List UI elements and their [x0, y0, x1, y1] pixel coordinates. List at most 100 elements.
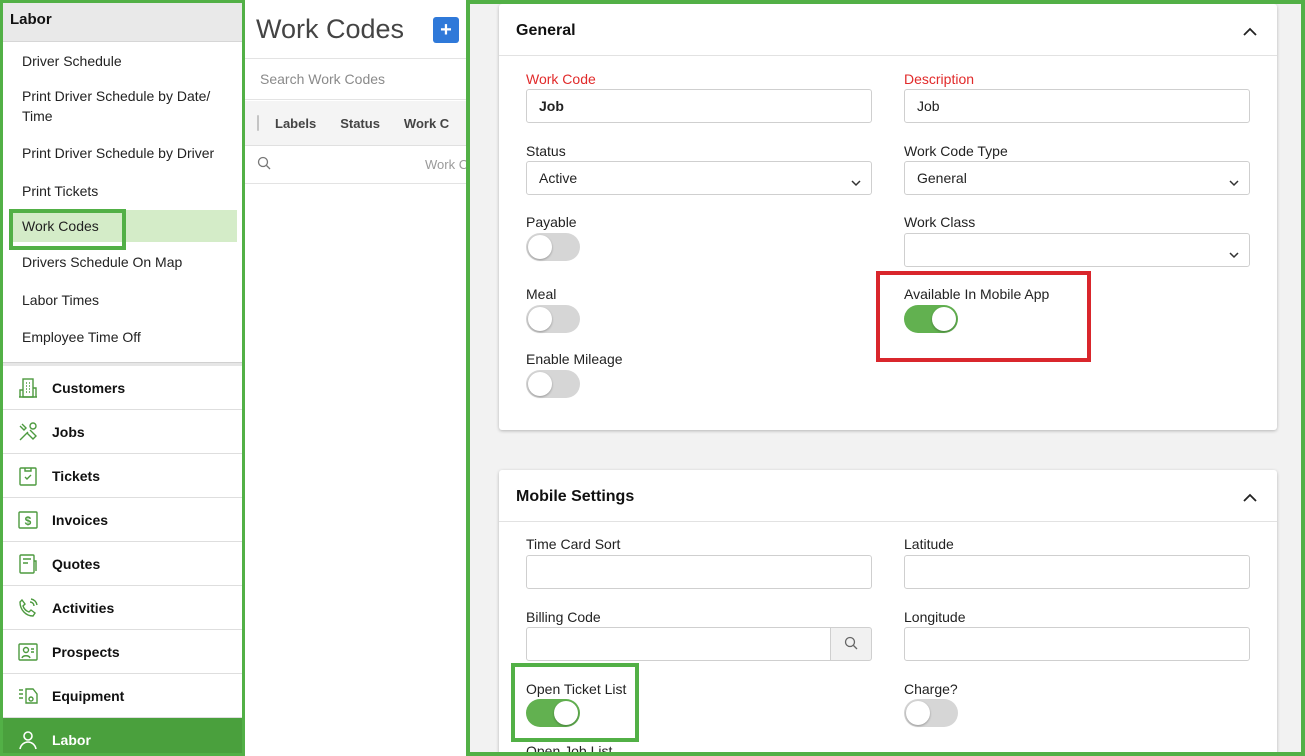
nav-item-label: Labor: [52, 732, 91, 748]
sidebar-item-labor-times[interactable]: Labor Times: [0, 282, 244, 318]
nav-item-label: Invoices: [52, 511, 109, 528]
add-work-code-button[interactable]: +: [433, 17, 459, 43]
work-code-type-select[interactable]: General: [904, 161, 1250, 195]
nav-item-labor[interactable]: Labor: [0, 718, 244, 756]
toggle-knob: [528, 307, 552, 331]
sidebar-item-label: Work Codes: [22, 218, 99, 234]
time-card-sort-field[interactable]: [526, 555, 872, 589]
nav-item-label: Tickets: [52, 467, 100, 484]
enable-mileage-toggle[interactable]: [526, 370, 580, 398]
nav-item-label: Customers: [52, 379, 126, 396]
longitude-field[interactable]: [904, 627, 1250, 661]
nav-item-jobs[interactable]: Jobs: [0, 410, 244, 454]
available-mobile-label: Available In Mobile App: [904, 286, 1050, 302]
nav-item-quotes[interactable]: Quotes: [0, 542, 244, 586]
status-label: Status: [526, 143, 566, 159]
open-ticket-list-label: Open Ticket List: [526, 681, 627, 697]
charge-label: Charge?: [904, 681, 958, 697]
sidebar-item-work-codes[interactable]: Work Codes: [12, 210, 237, 242]
description-label: Description: [904, 71, 975, 87]
chevron-down-icon: [851, 174, 861, 190]
labor-icon: [16, 728, 40, 752]
status-select-value: Active: [539, 170, 578, 186]
column-header-status[interactable]: Status: [340, 116, 380, 131]
sidebar-item-label: Driver Schedule: [22, 53, 122, 69]
table-header: Labels Status Work C: [245, 101, 466, 146]
equipment-icon: [16, 684, 40, 708]
general-card: General Work Code Job Description Job St…: [499, 4, 1277, 430]
jobs-icon: [16, 420, 40, 444]
meal-toggle[interactable]: [526, 305, 580, 333]
toggle-knob: [528, 372, 552, 396]
latitude-label: Latitude: [904, 536, 954, 552]
quotes-icon: [16, 552, 40, 576]
nav-item-label: Quotes: [52, 555, 101, 572]
work-class-label: Work Class: [904, 214, 976, 230]
sidebar-item-drivers-schedule-map[interactable]: Drivers Schedule On Map: [0, 242, 244, 282]
work-code-detail-panel: General Work Code Job Description Job St…: [467, 0, 1305, 756]
activities-icon: [16, 596, 40, 620]
nav-item-label: Prospects: [52, 643, 120, 660]
work-codes-list-panel: Work Codes + Search Work Codes Labels St…: [245, 0, 467, 756]
mobile-settings-card: Mobile Settings Time Card Sort Latitude …: [499, 470, 1277, 756]
sidebar-item-label: Print Driver Schedule by Driver: [22, 145, 215, 161]
chevron-down-icon: [1229, 174, 1239, 190]
sidebar-item-label: Print Tickets: [22, 183, 99, 199]
toggle-knob: [528, 235, 552, 259]
sidebar-item-label: Employee Time Off: [22, 329, 141, 345]
filter-row[interactable]: Work C: [245, 146, 466, 184]
sidebar-item-label: Print Driver Schedule by Date/ Time: [22, 88, 211, 124]
toggle-knob: [554, 701, 578, 725]
chevron-up-icon[interactable]: [1243, 490, 1257, 508]
general-card-title: General: [516, 22, 576, 39]
work-code-label: Work Code: [526, 71, 596, 87]
column-header-labels[interactable]: Labels: [275, 116, 316, 131]
nav-item-invoices[interactable]: $ Invoices: [0, 498, 244, 542]
work-class-select[interactable]: [904, 233, 1250, 267]
sidebar-item-employee-time-off[interactable]: Employee Time Off: [0, 318, 244, 356]
nav-item-label: Activities: [52, 599, 115, 616]
general-card-header[interactable]: General: [499, 4, 1277, 56]
nav-item-equipment[interactable]: Equipment: [0, 674, 244, 718]
nav-item-prospects[interactable]: Prospects: [0, 630, 244, 674]
sidebar: Labor Driver Schedule Print Driver Sched…: [0, 0, 245, 756]
chevron-up-icon[interactable]: [1243, 24, 1257, 42]
search-icon: [257, 156, 271, 173]
billing-code-field[interactable]: [526, 627, 831, 661]
open-ticket-list-toggle[interactable]: [526, 699, 580, 727]
meal-label: Meal: [526, 286, 557, 302]
latitude-field[interactable]: [904, 555, 1250, 589]
column-header-work-code[interactable]: Work C: [404, 116, 449, 131]
payable-toggle[interactable]: [526, 233, 580, 261]
sidebar-item-driver-schedule[interactable]: Driver Schedule: [0, 44, 244, 78]
work-code-type-select-value: General: [917, 170, 967, 186]
work-code-field[interactable]: Job: [526, 89, 872, 123]
nav-item-tickets[interactable]: Tickets: [0, 454, 244, 498]
charge-toggle[interactable]: [904, 699, 958, 727]
enable-mileage-label: Enable Mileage: [526, 351, 623, 367]
sidebar-item-print-driver-schedule-driver[interactable]: Print Driver Schedule by Driver: [0, 134, 244, 172]
mobile-settings-card-header[interactable]: Mobile Settings: [499, 470, 1277, 522]
nav-item-customers[interactable]: Customers: [0, 366, 244, 410]
payable-label: Payable: [526, 214, 577, 230]
search-icon: [844, 636, 858, 653]
nav-item-activities[interactable]: Activities: [0, 586, 244, 630]
customers-icon: [16, 376, 40, 400]
toggle-knob: [932, 307, 956, 331]
select-all-checkbox[interactable]: [257, 115, 259, 131]
sidebar-item-print-tickets[interactable]: Print Tickets: [0, 172, 244, 210]
billing-code-lookup-button[interactable]: [830, 627, 872, 661]
sidebar-item-label: Labor Times: [22, 292, 100, 308]
open-job-list-label: Open Job List: [526, 743, 613, 756]
time-card-sort-label: Time Card Sort: [526, 536, 621, 552]
sidebar-section-title: Labor: [0, 0, 244, 42]
sidebar-item-print-driver-schedule-date[interactable]: Print Driver Schedule by Date/ Time: [0, 78, 244, 134]
chevron-down-icon: [1229, 246, 1239, 262]
status-select[interactable]: Active: [526, 161, 872, 195]
invoices-icon: $: [16, 508, 40, 532]
mobile-settings-card-title: Mobile Settings: [516, 488, 635, 505]
search-input[interactable]: Search Work Codes: [245, 58, 466, 100]
description-field[interactable]: Job: [904, 89, 1250, 123]
available-mobile-toggle[interactable]: [904, 305, 958, 333]
sidebar-item-label: Drivers Schedule On Map: [22, 254, 183, 270]
